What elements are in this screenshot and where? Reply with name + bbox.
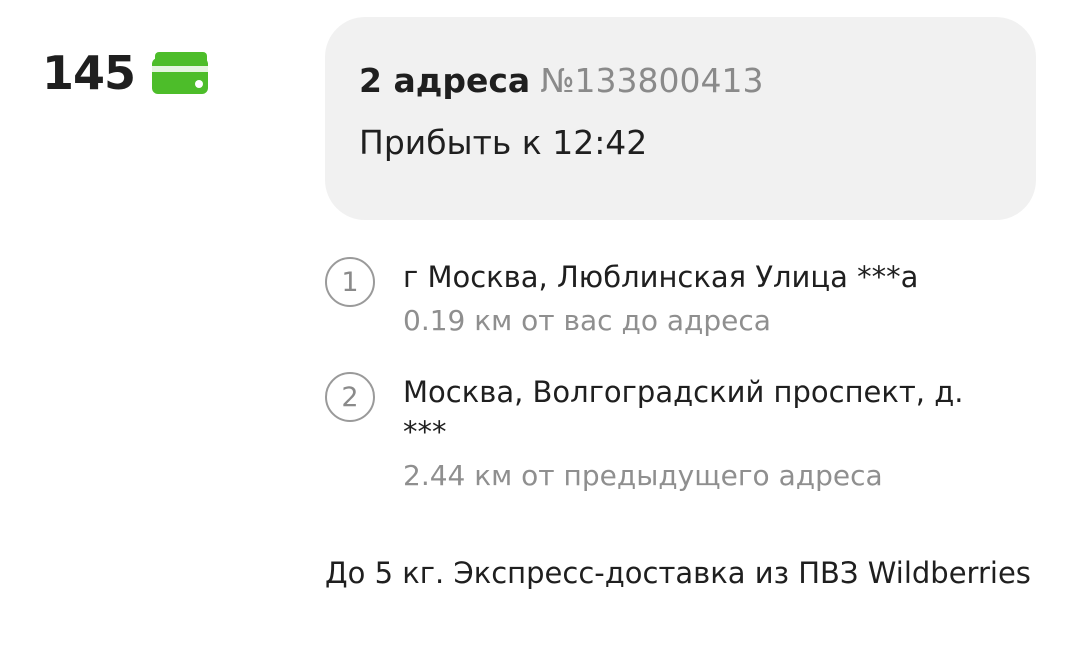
address-count: 2 адреса [359, 61, 531, 100]
order-summary-card[interactable]: 2 адреса №133800413 Прибыть к 12:42 [325, 17, 1036, 220]
order-header: 2 адреса №133800413 [359, 61, 764, 100]
delivery-description: До 5 кг. Экспресс-доставка из ПВЗ Wildbe… [325, 556, 1031, 590]
order-number: №133800413 [540, 61, 764, 100]
payment-card-icon [152, 52, 209, 94]
price-value: 145 [42, 46, 136, 100]
stop-address: г Москва, Люблинская Улица ***а [403, 260, 919, 294]
stop-number-badge: 2 [325, 372, 375, 422]
stop-distance: 2.44 км от предыдущего адреса [403, 459, 883, 492]
stop-distance: 0.19 км от вас до адреса [403, 304, 771, 337]
stop-address: Москва, Волгоградский проспект, д. *** [403, 375, 964, 449]
arrival-time: Прибыть к 12:42 [359, 123, 648, 162]
stop-number-badge: 1 [325, 257, 375, 307]
order-price: 145 [42, 46, 211, 100]
